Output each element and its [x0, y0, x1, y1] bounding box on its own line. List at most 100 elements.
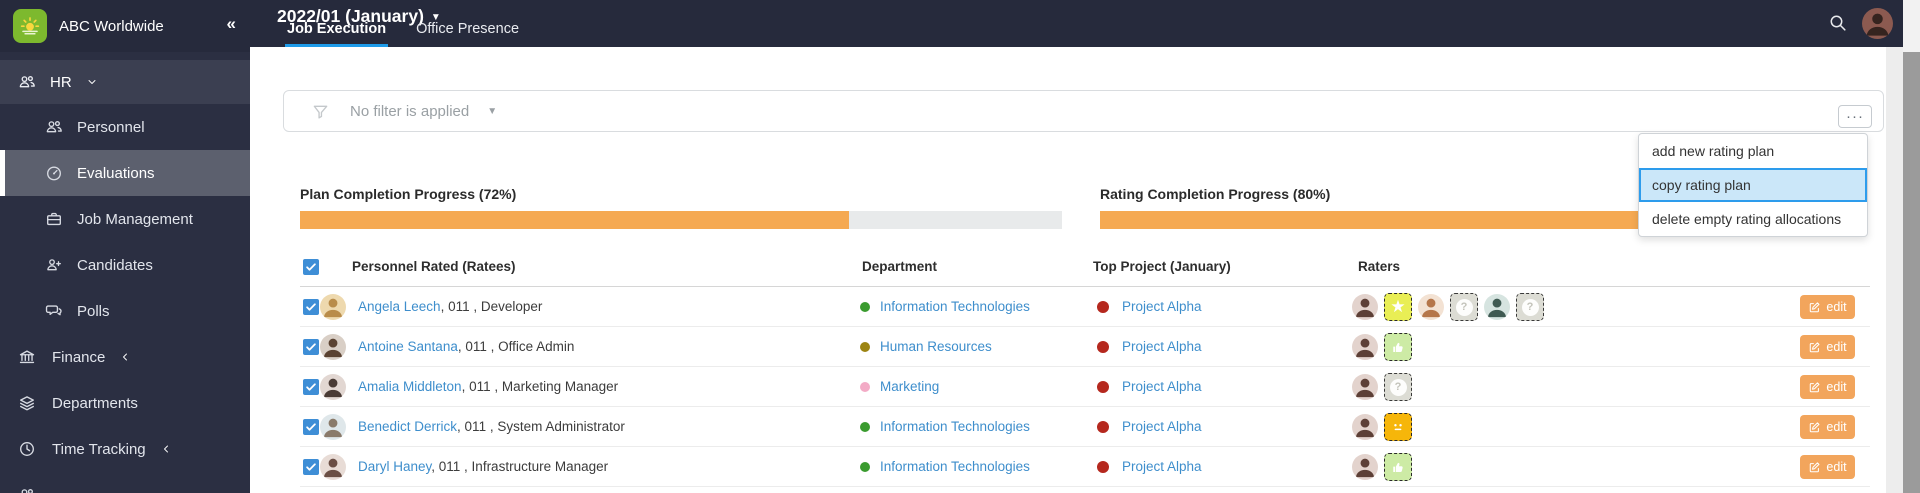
tab-bar: Job Execution Office Presence — [285, 21, 521, 47]
department-status-dot — [860, 342, 870, 352]
rater-avatar[interactable] — [1352, 374, 1378, 400]
menu-item-add-new-rating-plan[interactable]: add new rating plan — [1639, 134, 1867, 168]
menu-item-copy-rating-plan[interactable]: copy rating plan — [1639, 168, 1867, 202]
rating-thumb[interactable] — [1384, 453, 1412, 481]
selected-indicator — [0, 150, 5, 196]
project-status-dot — [1097, 381, 1109, 393]
department-link[interactable]: Information Technologies — [880, 287, 1030, 327]
rating-question[interactable]: ? — [1450, 293, 1478, 321]
project-link[interactable]: Project Alpha — [1122, 287, 1202, 327]
progress-label: Plan Completion Progress (72%) — [300, 186, 517, 202]
person-plus-icon — [45, 256, 63, 274]
filter-funnel-icon — [311, 102, 330, 121]
sidebar-item-time-tracking[interactable]: Time Tracking — [0, 426, 250, 472]
briefcase-icon — [45, 210, 63, 228]
ratee-avatar — [320, 334, 346, 360]
chat-icon — [45, 302, 63, 320]
raters-cell — [1352, 327, 1412, 367]
sidebar-top-items: Finance Departments Time Tracking — [0, 334, 250, 472]
ratee-meta: , 011 , Infrastructure Manager — [431, 459, 609, 474]
ratee-name-link[interactable]: Antoine Santana — [358, 339, 458, 354]
row-checkbox[interactable] — [303, 419, 319, 435]
sidebar-item-departments[interactable]: Departments — [0, 380, 250, 426]
sidebar-item-finance[interactable]: Finance — [0, 334, 250, 380]
rating-star[interactable]: ★ — [1384, 293, 1412, 321]
ratee-avatar — [320, 374, 346, 400]
ratee-name-link[interactable]: Benedict Derrick — [358, 419, 457, 434]
sidebar-item-job-management[interactable]: Job Management — [0, 196, 250, 242]
layers-icon — [18, 394, 36, 412]
row-checkbox[interactable] — [303, 339, 319, 355]
bank-icon — [18, 348, 36, 366]
clock-icon — [18, 440, 36, 458]
row-checkbox[interactable] — [303, 459, 319, 475]
table-row: Angela Leech, 011 , Developer Information… — [300, 287, 1870, 327]
sidebar-item-polls[interactable]: Polls — [0, 288, 250, 334]
menu-item-delete-empty-rating-allocations[interactable]: delete empty rating allocations — [1639, 202, 1867, 236]
search-icon[interactable] — [1828, 13, 1848, 38]
department-status-dot — [860, 302, 870, 312]
table-row: Benedict Derrick, 011 , System Administr… — [300, 407, 1870, 447]
project-status-dot — [1097, 341, 1109, 353]
row-checkbox[interactable] — [303, 379, 319, 395]
select-all-checkbox[interactable] — [303, 259, 319, 275]
sidebar-item-candidates[interactable]: Candidates — [0, 242, 250, 288]
rater-avatar[interactable] — [1352, 334, 1378, 360]
table-row: Antoine Santana, 011 , Office Admin Human… — [300, 327, 1870, 367]
user-avatar[interactable] — [1862, 8, 1893, 39]
project-link[interactable]: Project Alpha — [1122, 447, 1202, 487]
people-icon — [45, 118, 63, 136]
rating-thumb[interactable] — [1384, 333, 1412, 361]
rater-avatar[interactable] — [1352, 294, 1378, 320]
sidebar-item-personnel[interactable]: Personnel — [0, 104, 250, 150]
sidebar-hr-items: Personnel Evaluations Job Management Candid… — [0, 104, 250, 334]
edit-button[interactable]: edit — [1800, 375, 1855, 399]
edit-button[interactable]: edit — [1800, 295, 1855, 319]
department-link[interactable]: Human Resources — [880, 327, 992, 367]
scrollbar-thumb[interactable] — [1903, 52, 1920, 493]
rating-question[interactable]: ? — [1516, 293, 1544, 321]
top-header: 2022/01 (January) ▼ Job Execution Office … — [250, 0, 1903, 47]
sidebar-item-label: Evaluations — [77, 164, 155, 182]
rater-avatar[interactable] — [1418, 294, 1444, 320]
sidebar-section-hr[interactable]: HR — [0, 60, 250, 104]
project-link[interactable]: Project Alpha — [1122, 407, 1202, 447]
sidebar-item-label: Polls — [77, 302, 110, 320]
filter-caret-down-icon: ▼ — [487, 105, 498, 117]
scrollbar[interactable] — [1903, 0, 1920, 493]
main-content: No filter is applied ▼ ··· Plan Completi… — [250, 47, 1886, 493]
rater-avatar[interactable] — [1484, 294, 1510, 320]
sidebar-collapse-button[interactable]: « — [227, 14, 236, 34]
row-checkbox[interactable] — [303, 299, 319, 315]
ratee-meta: , 011 , Developer — [440, 299, 543, 314]
sidebar-item-label: Departments — [52, 394, 138, 412]
filter-label: No filter is applied — [350, 102, 470, 120]
ratee-name-link[interactable]: Daryl Haney — [358, 459, 431, 474]
sidebar: ABC Worldwide « HR Personnel Evaluations J… — [0, 0, 250, 493]
sidebar-item-evaluations[interactable]: Evaluations — [0, 150, 250, 196]
edit-button[interactable]: edit — [1800, 415, 1855, 439]
brand-name: ABC Worldwide — [59, 17, 164, 35]
more-options-button[interactable]: ··· — [1838, 105, 1872, 128]
company-logo-icon — [13, 9, 47, 43]
filter-bar[interactable]: No filter is applied ▼ — [283, 90, 1884, 132]
ratee-name-link[interactable]: Amalia Middleton — [358, 379, 462, 394]
ratee-avatar — [320, 414, 346, 440]
edit-button[interactable]: edit — [1800, 455, 1855, 479]
project-link[interactable]: Project Alpha — [1122, 367, 1202, 407]
tab-job-execution[interactable]: Job Execution — [285, 21, 389, 47]
rating-question[interactable]: ? — [1384, 373, 1412, 401]
rating-meh[interactable] — [1384, 413, 1412, 441]
rater-avatar[interactable] — [1352, 414, 1378, 440]
app-root: ABC Worldwide « HR Personnel Evaluations J… — [0, 0, 1920, 493]
department-link[interactable]: Information Technologies — [880, 447, 1030, 487]
rater-avatar[interactable] — [1352, 454, 1378, 480]
tab-office-presence[interactable]: Office Presence — [414, 21, 521, 47]
edit-button[interactable]: edit — [1800, 335, 1855, 359]
context-menu: add new rating plan copy rating plan delet… — [1638, 133, 1868, 237]
project-link[interactable]: Project Alpha — [1122, 327, 1202, 367]
ratee-name-link[interactable]: Angela Leech — [358, 299, 441, 314]
department-link[interactable]: Marketing — [880, 367, 939, 407]
ratee-avatar — [320, 294, 346, 320]
department-link[interactable]: Information Technologies — [880, 407, 1030, 447]
